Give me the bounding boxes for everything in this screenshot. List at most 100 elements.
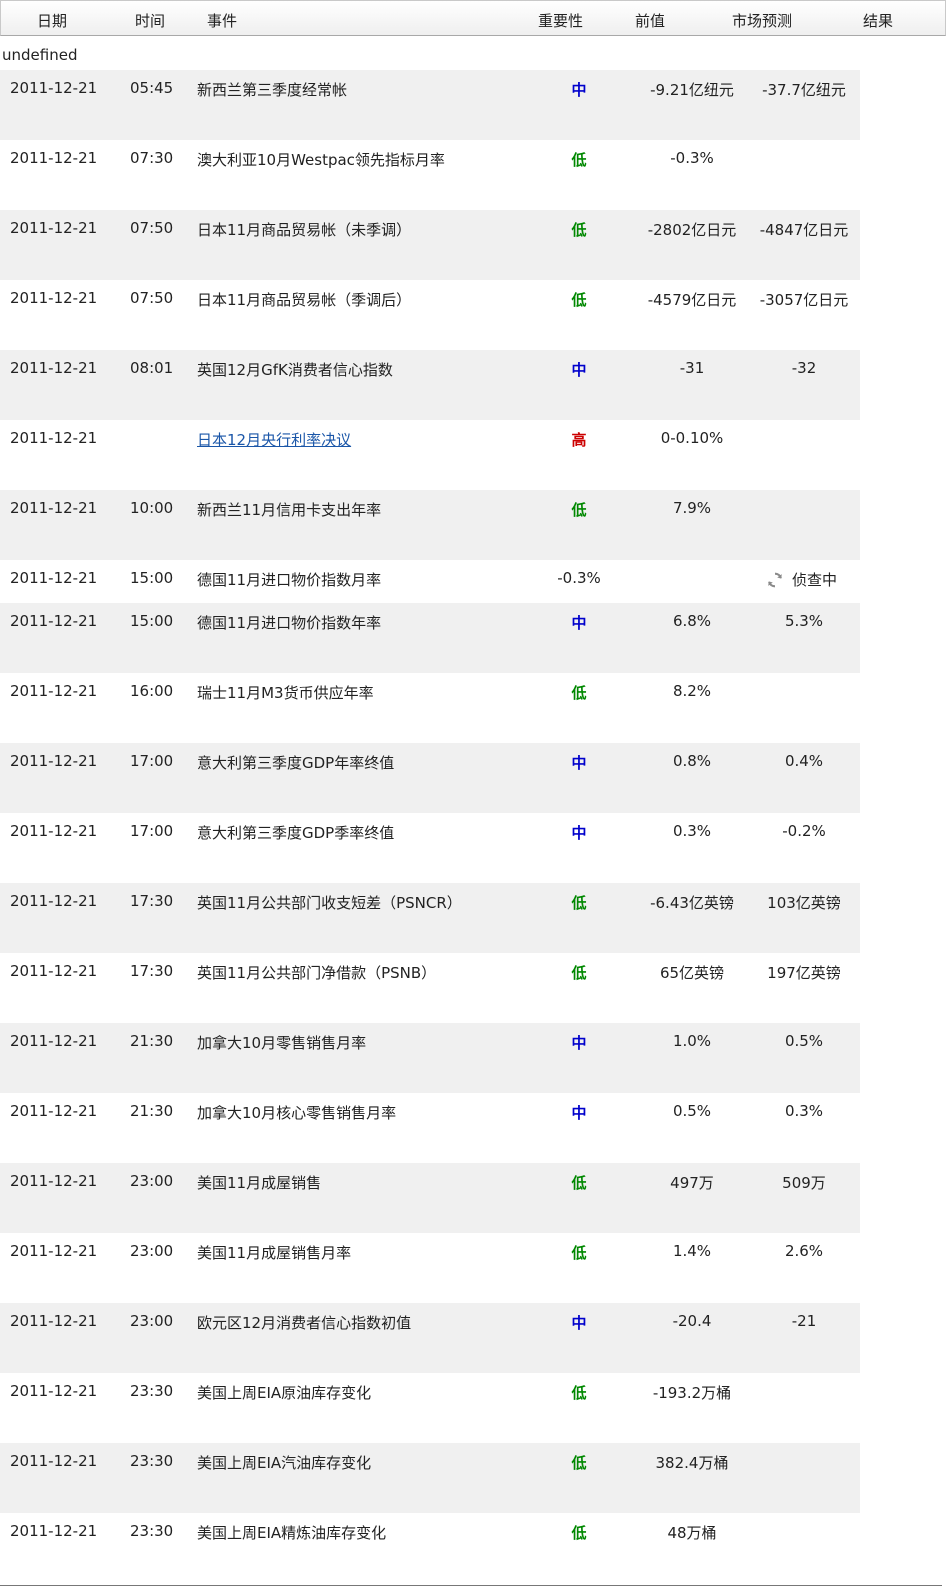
importance-badge: 中	[571, 361, 587, 379]
row-previous: -0.3%	[670, 149, 714, 167]
row-forecast: -4847亿日元	[759, 221, 849, 239]
refresh-icon[interactable]	[766, 571, 784, 589]
row-date: 2011-12-21	[10, 149, 98, 167]
importance-badge: 中	[571, 1314, 587, 1332]
row-event: 日本11月商品贸易帐（季调后）	[197, 291, 412, 309]
table-row: 2011-12-21 23:30 美国上周EIA精炼油库存变化 低 48万桶	[0, 1513, 860, 1583]
table-row: 2011-12-21 07:50 日本11月商品贸易帐（未季调） 低 -2802亿日元 -…	[0, 210, 860, 280]
row-time: 07:50	[130, 219, 174, 237]
importance-badge: 低	[571, 1174, 587, 1192]
row-date: 2011-12-21	[10, 499, 98, 517]
row-date: 2011-12-21	[10, 289, 98, 307]
row-previous: 6.8%	[672, 612, 712, 630]
importance-badge: 低	[571, 1454, 587, 1472]
row-time: 23:00	[130, 1312, 174, 1330]
importance-badge: 低	[571, 501, 587, 519]
row-time: 17:00	[130, 752, 174, 770]
row-event: 英国11月公共部门收支短差（PSNCR）	[197, 894, 462, 912]
row-event: 意大利第三季度GDP年率终值	[197, 754, 395, 772]
row-event: 意大利第三季度GDP季率终值	[197, 824, 395, 842]
table-row: 2011-12-21 23:00 美国11月成屋销售 低 497万 509万	[0, 1163, 860, 1233]
row-time: 07:30	[130, 149, 174, 167]
row-time: 05:45	[130, 79, 174, 97]
header-date: 日期	[37, 12, 68, 30]
row-forecast: -3057亿日元	[759, 291, 849, 309]
table-row: 2011-12-21 10:00 新西兰11月信用卡支出年率 低 7.9%	[0, 490, 860, 560]
row-forecast: 0.4%	[784, 752, 824, 770]
row-forecast: 509万	[782, 1174, 826, 1192]
table-row: 2011-12-21 23:30 美国上周EIA原油库存变化 低 -193.2万桶	[0, 1373, 860, 1443]
row-date: 2011-12-21	[10, 822, 98, 840]
row-date: 2011-12-21	[10, 1312, 98, 1330]
importance-badge: 中	[571, 614, 587, 632]
row-time: 17:00	[130, 822, 174, 840]
row-previous: 497万	[670, 1174, 714, 1192]
row-date: 2011-12-21	[10, 1522, 98, 1540]
row-forecast: 0.5%	[784, 1032, 824, 1050]
row-forecast: -21	[791, 1312, 817, 1330]
row-date: 2011-12-21	[10, 1032, 98, 1050]
row-previous: 382.4万桶	[655, 1454, 729, 1472]
row-previous: 8.2%	[672, 682, 712, 700]
row-date: 2011-12-21	[10, 1452, 98, 1470]
row-previous: -2802亿日元	[647, 221, 737, 239]
row-date: 2011-12-21	[10, 429, 98, 447]
row-previous: -31	[679, 359, 705, 377]
row-event: 美国上周EIA原油库存变化	[197, 1384, 372, 1402]
importance-badge: 低	[571, 291, 587, 309]
row-time: 21:30	[130, 1032, 174, 1050]
header-previous: 前值	[635, 12, 666, 30]
row-date: 2011-12-21	[10, 219, 98, 237]
importance-badge: 低	[571, 221, 587, 239]
row-date: 2011-12-21	[10, 612, 98, 630]
importance-badge: 中	[571, 824, 587, 842]
row-previous: 0-0.10%	[660, 429, 724, 447]
row-previous: 7.9%	[672, 499, 712, 517]
row-time: 17:30	[130, 962, 174, 980]
header-result: 结果	[863, 12, 894, 30]
table-row: 2011-12-21 17:30 英国11月公共部门收支短差（PSNCR） 低 -6.4…	[0, 883, 860, 953]
importance-badge: 低	[571, 1244, 587, 1262]
row-time: 07:50	[130, 289, 174, 307]
row-previous: -9.21亿纽元	[650, 81, 734, 99]
row-previous: 1.0%	[672, 1032, 712, 1050]
row-time: 23:30	[130, 1522, 174, 1540]
header-importance: 重要性	[538, 12, 584, 30]
result-status-text: 侦查中	[792, 571, 838, 589]
row-time: 23:30	[130, 1382, 174, 1400]
row-time: 23:00	[130, 1242, 174, 1260]
row-date: 2011-12-21	[10, 962, 98, 980]
row-event: 英国11月公共部门净借款（PSNB）	[197, 964, 437, 982]
table-row: 2011-12-21 21:30 加拿大10月核心零售销售月率 中 0.5% 0.3%	[0, 1093, 860, 1163]
row-date: 2011-12-21	[10, 752, 98, 770]
row-forecast: -37.7亿纽元	[762, 81, 846, 99]
importance-badge: 低	[571, 964, 587, 982]
row-date: 2011-12-21	[10, 682, 98, 700]
table-row: 2011-12-21 05:45 新西兰第三季度经常帐 中 -9.21亿纽元 -37.7亿…	[0, 70, 860, 140]
row-event: 新西兰11月信用卡支出年率	[197, 501, 382, 519]
importance-badge: 低	[571, 1524, 587, 1542]
row-date: 2011-12-21	[10, 892, 98, 910]
header-event: 事件	[207, 12, 238, 30]
importance-badge: 低	[571, 151, 587, 169]
table-row: 2011-12-21 07:50 日本11月商品贸易帐（季调后） 低 -4579亿日元 -…	[0, 280, 860, 350]
header-forecast: 市场预测	[732, 12, 793, 30]
row-time: 23:00	[130, 1172, 174, 1190]
row-forecast: 0.3%	[784, 1102, 824, 1120]
table-row: 2011-12-21 08:01 英国12月GfK消费者信心指数 中 -31 -32	[0, 350, 860, 420]
event-link[interactable]: 日本12月央行利率决议	[197, 431, 351, 449]
row-forecast: 5.3%	[784, 612, 824, 630]
row-previous: -4579亿日元	[647, 291, 737, 309]
row-event: 美国11月成屋销售	[197, 1174, 322, 1192]
row-event: 美国11月成屋销售月率	[197, 1244, 352, 1262]
row-event: 澳大利亚10月Westpac领先指标月率	[197, 151, 445, 169]
table-row: 2011-12-21 23:00 欧元区12月消费者信心指数初值 中 -20.4 -21	[0, 1303, 860, 1373]
row-previous: 0.3%	[672, 822, 712, 840]
importance-badge: -0.3%	[557, 569, 601, 587]
row-forecast: 103亿英镑	[767, 894, 841, 912]
row-event: 欧元区12月消费者信心指数初值	[197, 1314, 412, 1332]
row-date: 2011-12-21	[10, 569, 98, 587]
row-previous: 1.4%	[672, 1242, 712, 1260]
table-row: 2011-12-21 日本12月央行利率决议 高 0-0.10%	[0, 420, 860, 490]
row-previous: 48万桶	[667, 1524, 717, 1542]
